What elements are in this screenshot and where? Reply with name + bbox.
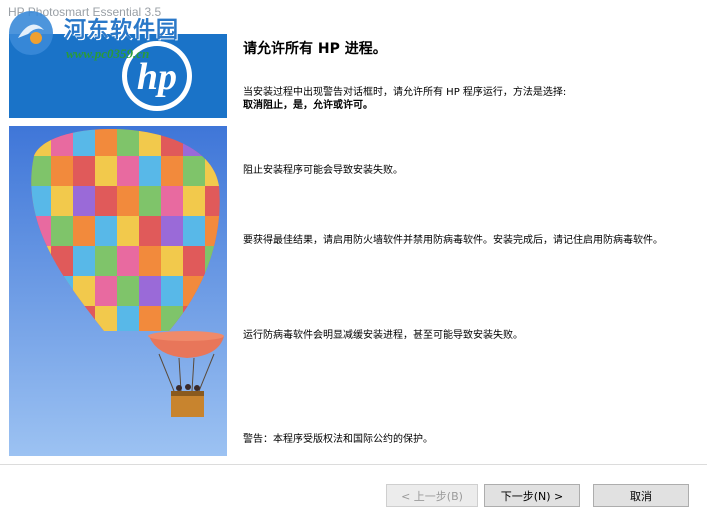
footer-divider xyxy=(0,464,707,465)
back-button[interactable]: < 上一步(B) xyxy=(386,484,478,507)
watermark-logo-icon xyxy=(9,11,53,55)
copyright-warning-text: 警告：本程序受版权法和国际公约的保护。 xyxy=(243,434,433,445)
hot-air-balloon-image xyxy=(9,126,227,456)
next-button[interactable]: 下一步(N) > xyxy=(484,484,580,507)
firewall-advice-text: 要获得最佳结果，请启用防火墙软件并禁用防病毒软件。安装完成后，请记住启用防病毒软… xyxy=(243,235,663,246)
cancel-button[interactable]: 取消 xyxy=(593,484,689,507)
watermark: 河东软件园 www.pc0359.cn xyxy=(6,8,206,68)
watermark-text: 河东软件园 xyxy=(64,18,180,43)
antivirus-note-text: 运行防病毒软件会明显减缓安装进程，甚至可能导致安装失败。 xyxy=(243,330,523,341)
instruction-text: 当安装过程中出现警告对话框时，请允许所有 HP 程序运行，方法是选择: 取消阻止… xyxy=(243,86,688,112)
page-heading: 请允许所有 HP 进程。 xyxy=(243,41,387,57)
warning-block-text: 阻止安装程序可能会导致安装失败。 xyxy=(243,165,403,176)
instruction-line-2: 取消阻止，是，允许或许可。 xyxy=(243,100,373,111)
instruction-line-1: 当安装过程中出现警告对话框时，请允许所有 HP 程序运行，方法是选择: xyxy=(243,87,567,98)
watermark-url: www.pc0359.cn xyxy=(66,46,150,61)
